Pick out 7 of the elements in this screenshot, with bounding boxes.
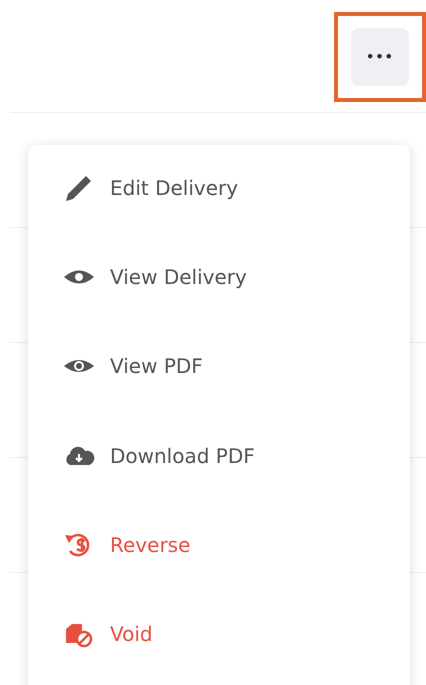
more-button[interactable]: •••: [351, 28, 409, 86]
menu-item[interactable]: Void: [110, 622, 153, 646]
menu-item[interactable]: Edit Delivery: [110, 176, 238, 200]
menu-item[interactable]: Download PDF: [110, 444, 255, 468]
menu-item[interactable]: View PDF: [110, 354, 203, 378]
menu-item[interactable]: View Delivery: [110, 264, 247, 289]
menu-item[interactable]: Reverse: [110, 532, 190, 557]
